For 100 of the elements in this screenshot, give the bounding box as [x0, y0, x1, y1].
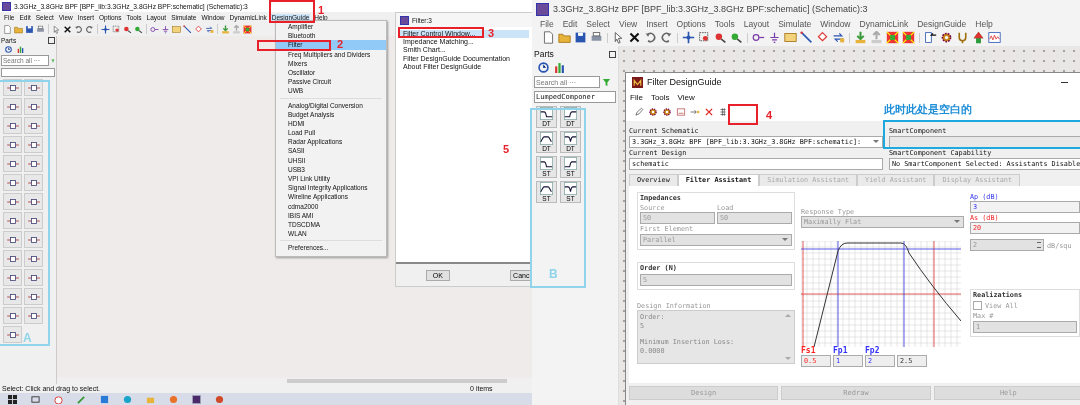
- crossed-box-icon[interactable]: [243, 24, 252, 34]
- part-button[interactable]: [24, 288, 43, 305]
- menu-item[interactable]: DynamicLink: [859, 18, 909, 29]
- chart-icon[interactable]: [676, 107, 686, 117]
- crossed-box-icon[interactable]: [902, 31, 915, 44]
- magnifier-icon[interactable]: [123, 24, 132, 34]
- clock-icon[interactable]: [538, 62, 549, 73]
- zoom-icon[interactable]: [112, 24, 121, 34]
- menu-item[interactable]: DesignGuide: [917, 18, 967, 29]
- part-button[interactable]: [3, 326, 22, 343]
- part-button[interactable]: [3, 174, 22, 191]
- move-icon[interactable]: [101, 24, 110, 34]
- redo-icon[interactable]: [85, 24, 94, 34]
- part-button[interactable]: [24, 212, 43, 229]
- part-button[interactable]: [24, 231, 43, 248]
- clock-icon[interactable]: [5, 46, 12, 53]
- close-icon[interactable]: [704, 107, 714, 117]
- part-button[interactable]: [3, 288, 22, 305]
- part-button[interactable]: [3, 117, 22, 134]
- library-dropdown[interactable]: [1, 68, 55, 77]
- delete-icon[interactable]: [628, 31, 641, 44]
- menu-item[interactable]: Simulate: [778, 18, 812, 29]
- part-button[interactable]: [24, 269, 43, 286]
- menu-item[interactable]: Tools: [650, 92, 670, 102]
- part-button[interactable]: [3, 155, 22, 172]
- tag-icon[interactable]: [816, 31, 829, 44]
- undo-icon[interactable]: [644, 31, 657, 44]
- save-icon[interactable]: [574, 31, 587, 44]
- download-icon[interactable]: [854, 31, 867, 44]
- fork-icon[interactable]: [956, 31, 969, 44]
- magnifier-icon[interactable]: [714, 31, 727, 44]
- menu-item[interactable]: Help: [975, 18, 993, 29]
- app-icon[interactable]: [192, 394, 201, 404]
- menu-item[interactable]: Edit: [562, 18, 578, 29]
- ground-icon[interactable]: [768, 31, 781, 44]
- wire-icon[interactable]: [183, 24, 192, 34]
- save-icon[interactable]: [25, 24, 34, 34]
- tag-icon[interactable]: [194, 24, 203, 34]
- part-button[interactable]: [24, 307, 43, 324]
- menu-item[interactable]: Layout: [743, 18, 770, 29]
- magnifier-icon[interactable]: [730, 31, 743, 44]
- menu-item[interactable]: Tools: [714, 18, 735, 29]
- part-button[interactable]: [24, 174, 43, 191]
- part-button[interactable]: [3, 136, 22, 153]
- part-button[interactable]: [24, 155, 43, 172]
- swap-icon[interactable]: [832, 31, 845, 44]
- port-icon[interactable]: [150, 24, 159, 34]
- wire-icon[interactable]: [800, 31, 813, 44]
- crossed-box-icon[interactable]: [886, 31, 899, 44]
- move-icon[interactable]: [682, 31, 695, 44]
- printer-icon[interactable]: [36, 24, 45, 34]
- ground-icon[interactable]: [161, 24, 170, 34]
- menu-item[interactable]: Insert: [646, 18, 668, 29]
- part-button[interactable]: [24, 98, 43, 115]
- variable-icon[interactable]: [784, 31, 797, 44]
- part-button[interactable]: [3, 250, 22, 267]
- store-icon[interactable]: [100, 394, 109, 404]
- close-icon[interactable]: [48, 37, 55, 44]
- wave-icon[interactable]: [988, 31, 1001, 44]
- part-button[interactable]: [3, 231, 22, 248]
- part-button[interactable]: [3, 212, 22, 229]
- part-button[interactable]: [3, 307, 22, 324]
- menu-item[interactable]: View: [677, 92, 695, 102]
- port-icon[interactable]: [752, 31, 765, 44]
- new-document-icon[interactable]: [542, 31, 555, 44]
- task-view-icon[interactable]: [31, 394, 40, 404]
- part-button[interactable]: [3, 98, 22, 115]
- gauge-icon[interactable]: [54, 394, 63, 404]
- magnifier-icon[interactable]: [134, 24, 143, 34]
- close-icon[interactable]: [609, 50, 616, 58]
- export-icon[interactable]: [924, 31, 937, 44]
- grid-icon[interactable]: [718, 107, 728, 117]
- menu-item[interactable]: Options: [676, 18, 706, 29]
- bar-chart-icon[interactable]: [17, 46, 24, 53]
- folder-icon[interactable]: [558, 31, 571, 44]
- paint-icon[interactable]: [77, 394, 86, 404]
- part-button[interactable]: [24, 136, 43, 153]
- printer-icon[interactable]: [590, 31, 603, 44]
- zoom-icon[interactable]: [698, 31, 711, 44]
- delete-icon[interactable]: [63, 24, 72, 34]
- menu-item[interactable]: View: [619, 18, 638, 29]
- menu-item[interactable]: Window: [820, 18, 851, 29]
- windows-icon[interactable]: [8, 394, 17, 404]
- part-button[interactable]: [24, 193, 43, 210]
- part-button[interactable]: [3, 193, 22, 210]
- menu-item[interactable]: File: [540, 18, 554, 29]
- part-button[interactable]: [3, 269, 22, 286]
- menu-item[interactable]: Select: [586, 18, 610, 29]
- pen-icon[interactable]: [634, 107, 644, 117]
- gear-icon[interactable]: [940, 31, 953, 44]
- undo-icon[interactable]: [74, 24, 83, 34]
- pointer-icon[interactable]: [612, 31, 625, 44]
- arrow-up-icon[interactable]: [972, 31, 985, 44]
- smart-component-field[interactable]: [889, 136, 1080, 148]
- new-document-icon[interactable]: [3, 24, 12, 34]
- redo-icon[interactable]: [660, 31, 673, 44]
- swap-icon[interactable]: [205, 24, 214, 34]
- part-button[interactable]: [24, 250, 43, 267]
- checkbox[interactable]: [973, 301, 982, 310]
- slides-icon[interactable]: [215, 394, 224, 404]
